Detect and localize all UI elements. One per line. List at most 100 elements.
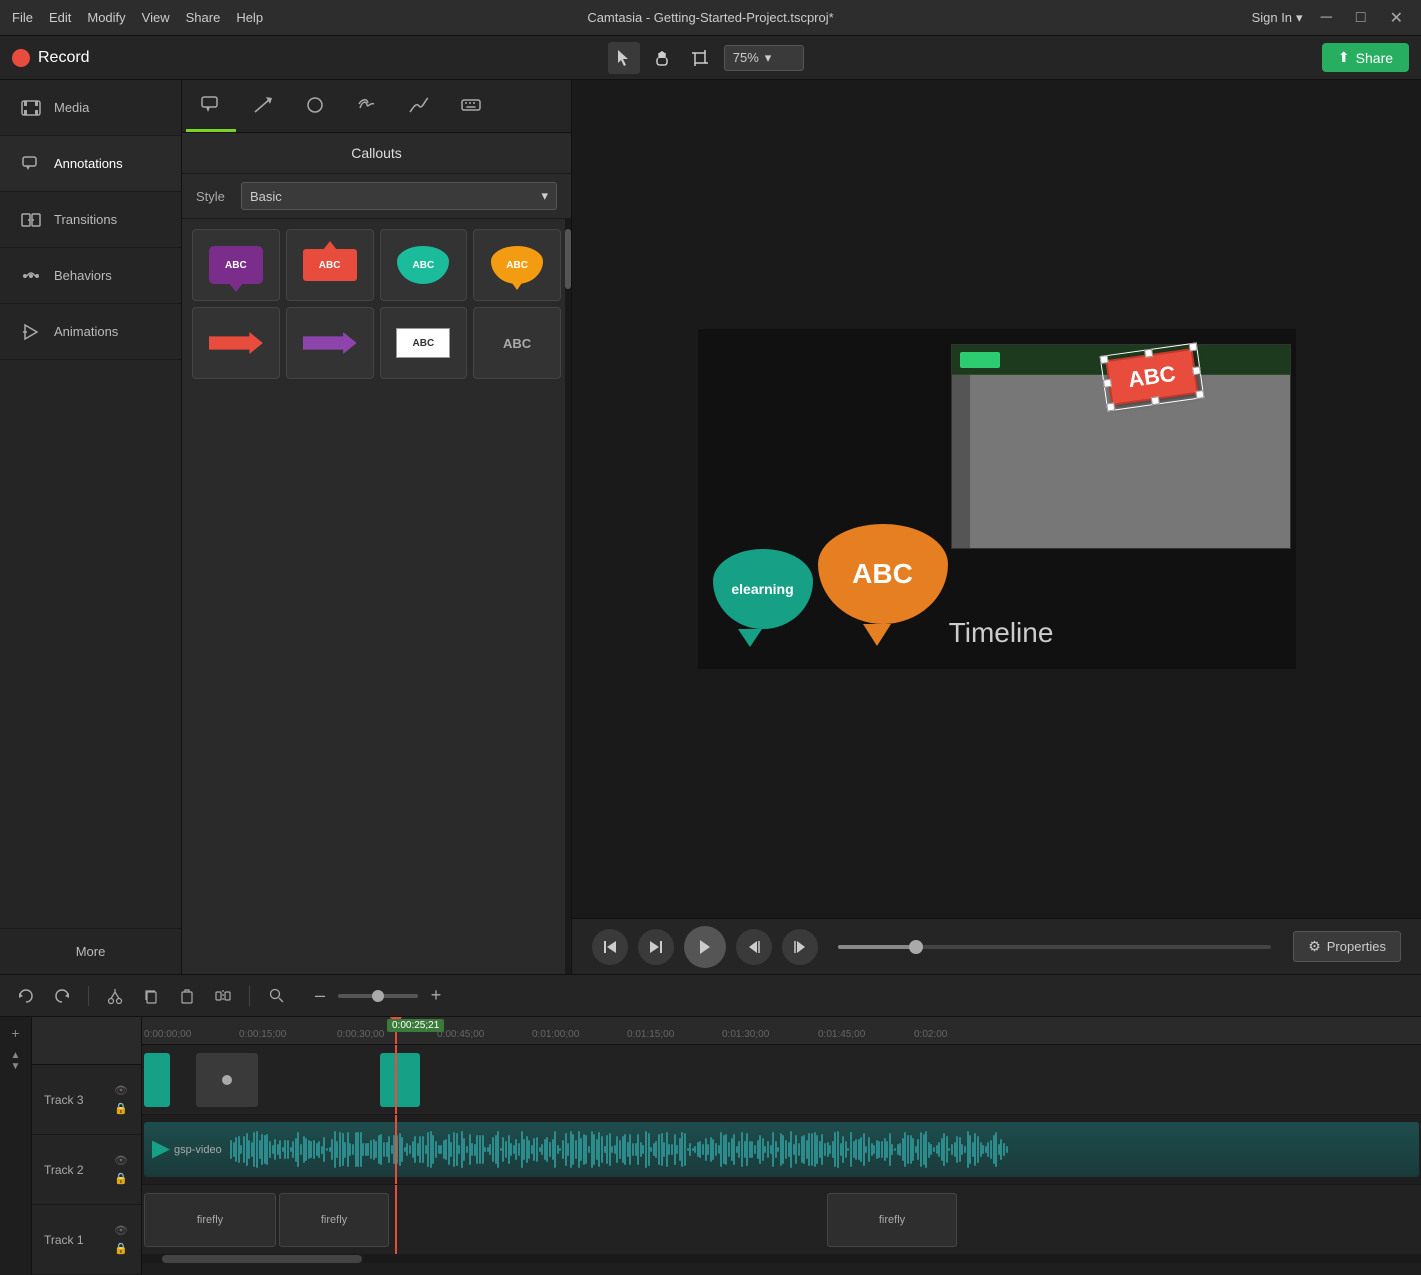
tab-arrow[interactable] <box>238 80 288 132</box>
record-button[interactable]: Record <box>12 49 90 67</box>
track-2-name: Track 2 <box>44 1163 84 1177</box>
handle-br <box>1195 390 1204 399</box>
playhead-track1 <box>395 1185 397 1254</box>
track-1-lock[interactable]: 🔒 <box>113 1241 129 1257</box>
ruler-mark-60: 0:01:00;00 <box>532 1029 579 1040</box>
horizontal-scrollbar[interactable] <box>142 1255 1421 1263</box>
menu-view[interactable]: View <box>142 10 170 25</box>
select-tool-button[interactable] <box>608 42 640 74</box>
sidebar-item-transitions[interactable]: Transitions <box>0 192 181 248</box>
redo-button[interactable] <box>48 982 76 1010</box>
step-back-button[interactable] <box>592 929 628 965</box>
step-forward-button[interactable] <box>638 929 674 965</box>
properties-button[interactable]: ⚙ Properties <box>1293 931 1401 962</box>
prev-frame-button[interactable] <box>736 929 772 965</box>
paste-button[interactable] <box>173 982 201 1010</box>
cut-button[interactable] <box>101 982 129 1010</box>
ruler-marks: 0:00:00;00 0:00:15;00 0:00:30;00 0:00:45… <box>142 1017 1421 1044</box>
timeline-tracks-wrapper: + ▲▼ Track 3 👁 🔒 Track 2 👁 🔒 <box>0 1017 1421 1275</box>
zoom-slider-thumb <box>372 990 384 1002</box>
cursor-icon <box>615 49 633 67</box>
menu-modify[interactable]: Modify <box>87 10 125 25</box>
teal-callout-preview: elearning <box>713 549 813 639</box>
panel-scrollbar[interactable] <box>565 219 571 974</box>
menu-file[interactable]: File <box>12 10 33 25</box>
tab-annotations[interactable] <box>186 80 236 132</box>
track3-clip-cloud[interactable] <box>380 1053 420 1107</box>
tab-line[interactable] <box>394 80 444 132</box>
signin-label: Sign In <box>1252 10 1292 25</box>
split-icon <box>215 988 231 1004</box>
search-icon <box>269 988 284 1003</box>
zoom-out-button[interactable]: – <box>306 982 334 1010</box>
maximize-button[interactable]: □ <box>1350 7 1372 29</box>
zoom-in-button[interactable]: + <box>422 982 450 1010</box>
style-select[interactable]: Basic ▾ <box>241 182 557 210</box>
play-button[interactable] <box>684 926 726 968</box>
callout-purple-arrow[interactable] <box>286 307 374 379</box>
track-3-visibility[interactable]: 👁 <box>113 1083 129 1099</box>
zoom-selector[interactable]: 75% ▾ <box>724 45 804 71</box>
track-2-lock[interactable]: 🔒 <box>113 1171 129 1187</box>
callout-red-speech-up[interactable]: ABC <box>286 229 374 301</box>
progress-bar[interactable] <box>838 945 1271 949</box>
callout-red-arrow[interactable] <box>192 307 280 379</box>
track3-clip-teal[interactable] <box>144 1053 170 1107</box>
track1-clip-firefly-3[interactable]: firefly <box>827 1193 957 1247</box>
track3-clip-dark[interactable] <box>196 1053 258 1107</box>
teal-cloud-preview-shape: elearning <box>713 549 813 629</box>
pan-tool-button[interactable] <box>646 42 678 74</box>
share-button[interactable]: ⬆ Share <box>1322 43 1409 72</box>
close-button[interactable]: ✕ <box>1384 6 1409 30</box>
collapse-tracks-button[interactable]: ▲▼ <box>4 1049 28 1073</box>
style-chevron-icon: ▾ <box>541 188 548 204</box>
record-dot-icon <box>12 49 30 67</box>
next-frame-button[interactable] <box>782 929 818 965</box>
ruler-mark-15: 0:00:15;00 <box>239 1029 286 1040</box>
track-2-row: gsp-video <box>142 1115 1421 1185</box>
menu-share[interactable]: Share <box>186 10 221 25</box>
zoom-chevron-icon: ▾ <box>765 50 772 66</box>
tab-keyboard[interactable] <box>446 80 496 132</box>
track2-main-clip[interactable]: gsp-video <box>144 1122 1419 1177</box>
line-tab-icon <box>408 94 430 116</box>
track2-clip-label: gsp-video <box>174 1144 230 1156</box>
sidebar-item-media[interactable]: Media <box>0 80 181 136</box>
left-sidebar: Media Annotations Transitions Behaviors <box>0 80 182 974</box>
tab-shape[interactable] <box>290 80 340 132</box>
callout-plain-text[interactable]: ABC <box>473 307 561 379</box>
copy-button[interactable] <box>137 982 165 1010</box>
tab-blur[interactable] <box>342 80 392 132</box>
menu-bar: File Edit Modify View Share Help <box>12 10 263 25</box>
playhead-time-label: 0:00:25;21 <box>387 1019 444 1032</box>
signin-button[interactable]: Sign In ▾ <box>1252 10 1303 26</box>
sidebar-item-animations[interactable]: Animations <box>0 304 181 360</box>
callout-white-box[interactable]: ABC <box>380 307 468 379</box>
transitions-icon <box>20 209 42 231</box>
timeline-zoom-search[interactable] <box>262 982 290 1010</box>
sidebar-more-button[interactable]: More <box>0 928 181 974</box>
progress-thumb[interactable] <box>909 940 923 954</box>
crop-icon <box>691 49 709 67</box>
menu-help[interactable]: Help <box>236 10 263 25</box>
minimize-button[interactable]: ─ <box>1315 7 1338 29</box>
timeline-scroll-area[interactable]: 0:00:25;21 0:00:00;00 0:00:15;00 0:00:30… <box>142 1017 1421 1263</box>
callout-yellow-cloud[interactable]: ABC <box>473 229 561 301</box>
timeline-section: – + + ▲▼ Track 3 👁 🔒 <box>0 974 1421 1275</box>
callout-teal-cloud[interactable]: ABC <box>380 229 468 301</box>
callout-purple-speech[interactable]: ABC <box>192 229 280 301</box>
add-track-button[interactable]: + <box>4 1021 28 1045</box>
sidebar-item-behaviors[interactable]: Behaviors <box>0 248 181 304</box>
undo-button[interactable] <box>12 982 40 1010</box>
split-button[interactable] <box>209 982 237 1010</box>
sidebar-item-annotations[interactable]: Annotations <box>0 136 181 192</box>
track1-clip-firefly-2[interactable]: firefly <box>279 1193 389 1247</box>
track-2-visibility[interactable]: 👁 <box>113 1153 129 1169</box>
zoom-slider[interactable] <box>338 994 418 998</box>
track-3-lock[interactable]: 🔒 <box>113 1101 129 1117</box>
track-1-visibility[interactable]: 👁 <box>113 1223 129 1239</box>
track1-clip3-label: firefly <box>879 1214 905 1226</box>
track1-clip-firefly-1[interactable]: firefly <box>144 1193 276 1247</box>
menu-edit[interactable]: Edit <box>49 10 71 25</box>
crop-tool-button[interactable] <box>684 42 716 74</box>
